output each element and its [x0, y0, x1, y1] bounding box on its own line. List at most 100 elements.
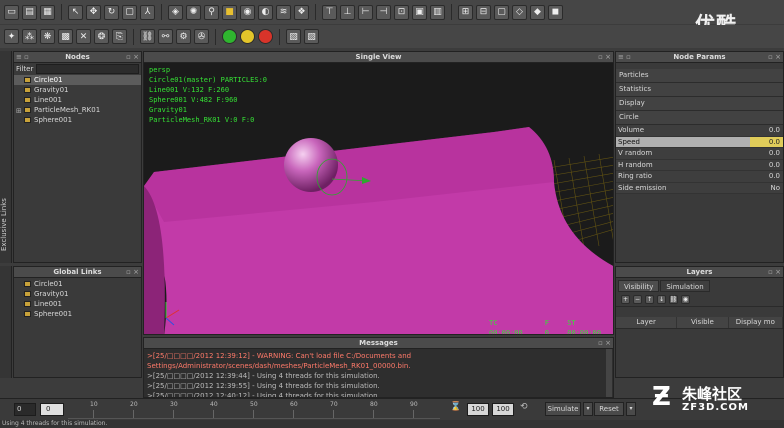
vortex-icon[interactable]: ❂: [94, 29, 109, 44]
param-row[interactable]: V random 0.0: [616, 148, 783, 160]
dyverso-icon[interactable]: ⁂: [22, 29, 37, 44]
node-item-label: Gravity01: [34, 86, 69, 94]
param-section[interactable]: Display: [616, 97, 783, 111]
layer-eye-icon[interactable]: ◉: [681, 294, 690, 304]
grid-domain-icon[interactable]: ▩: [58, 29, 73, 44]
messages-scrollbar[interactable]: [606, 349, 612, 397]
view-front-icon[interactable]: ⊥: [340, 4, 355, 20]
select-tool-icon[interactable]: ↖: [68, 4, 83, 20]
scale-tool-icon[interactable]: ▢: [122, 4, 137, 20]
render-view-icon[interactable]: ▣: [412, 4, 427, 20]
hybrido-icon[interactable]: ❋: [40, 29, 55, 44]
layer-up-icon[interactable]: ↑: [645, 294, 654, 304]
timeline-ruler[interactable]: 10 20 30 40 50 60 70 80 90: [68, 401, 440, 419]
shaded-icon[interactable]: ◆: [530, 4, 545, 20]
timeline-loop-icon[interactable]: ⟲: [520, 402, 532, 416]
settings-icon[interactable]: ⚙: [176, 29, 191, 44]
node-item[interactable]: Gravity01: [14, 85, 141, 95]
timeline-current-field[interactable]: 0: [40, 403, 64, 416]
view-persp-icon[interactable]: ⊣: [376, 4, 391, 20]
timeline-marker-icon[interactable]: ⌛: [450, 402, 461, 416]
layer-add-icon[interactable]: +: [621, 294, 630, 304]
overlay-line: Line001 V:132 F:260: [149, 86, 230, 94]
layers-column-header[interactable]: Display mo: [729, 317, 783, 328]
textured-icon[interactable]: ◼: [548, 4, 563, 20]
node-item[interactable]: Line001: [14, 95, 141, 105]
simulate-green-icon[interactable]: [222, 29, 237, 44]
param-row[interactable]: Volume 0.0: [616, 125, 783, 137]
layers-column-header[interactable]: Visible: [677, 317, 729, 328]
layer-remove-icon[interactable]: −: [633, 294, 642, 304]
node-item[interactable]: Sphere001: [14, 115, 141, 125]
bbox-icon[interactable]: ▢: [494, 4, 509, 20]
export-icon[interactable]: ⎘: [112, 29, 127, 44]
reset-dropdown-icon[interactable]: ▾: [626, 402, 636, 416]
view-top-icon[interactable]: ⊤: [322, 4, 337, 20]
timeline-start-field[interactable]: 0: [14, 403, 36, 416]
open-scene-icon[interactable]: ▤: [22, 4, 37, 20]
node-item-label: Circle01: [34, 76, 63, 84]
global-link-item[interactable]: Line001: [14, 299, 141, 309]
view-side-icon[interactable]: ⊢: [358, 4, 373, 20]
unlink-icon[interactable]: ⚯: [158, 29, 173, 44]
cache-load-icon[interactable]: ▨: [304, 29, 319, 44]
param-row[interactable]: H random 0.0: [616, 159, 783, 171]
layer-down-icon[interactable]: ↓: [657, 294, 666, 304]
param-row[interactable]: Side emission No: [616, 182, 783, 194]
particle-fluid-icon[interactable]: ✦: [4, 29, 19, 44]
param-value[interactable]: 0.0: [750, 171, 783, 182]
snap-icon[interactable]: ⊟: [476, 4, 491, 20]
layers-tab[interactable]: Visibility: [618, 280, 660, 292]
save-scene-icon[interactable]: ▦: [40, 4, 55, 20]
param-section[interactable]: Statistics: [616, 83, 783, 97]
new-scene-icon[interactable]: ▭: [4, 4, 19, 20]
link-icon[interactable]: ⛓: [140, 29, 155, 44]
cube-icon[interactable]: ■: [222, 4, 237, 20]
wire-icon[interactable]: ◇: [512, 4, 527, 20]
stop-red-icon[interactable]: [258, 29, 273, 44]
param-row[interactable]: Speed 0.0: [616, 136, 783, 148]
geometry-icon[interactable]: ◈: [168, 4, 183, 20]
param-section[interactable]: Particles: [616, 69, 783, 83]
reset-button[interactable]: Reset: [594, 402, 624, 416]
node-item[interactable]: ⊞ ParticleMesh_RK01: [14, 105, 141, 115]
param-value[interactable]: No: [750, 183, 783, 194]
pause-yellow-icon[interactable]: [240, 29, 255, 44]
preferences-icon[interactable]: ✇: [194, 29, 209, 44]
layers-tab[interactable]: Simulation: [660, 280, 710, 292]
emitter-icon[interactable]: ✺: [186, 4, 201, 20]
axis-tool-icon[interactable]: ⅄: [140, 4, 155, 20]
layers-icon[interactable]: ≋: [276, 4, 291, 20]
simulate-button[interactable]: Simulate: [545, 402, 581, 416]
layer-link-icon[interactable]: ⛓: [669, 294, 678, 304]
constraints-icon[interactable]: ❖: [294, 4, 309, 20]
global-link-item[interactable]: Sphere001: [14, 309, 141, 319]
filter-input[interactable]: [36, 64, 139, 74]
param-value[interactable]: 0.0: [750, 136, 783, 147]
message-line: >[25/□□□□/2012 12:39:44] - Using 4 threa…: [147, 372, 380, 380]
param-section[interactable]: Circle: [616, 111, 783, 125]
param-value[interactable]: 0.0: [750, 160, 783, 171]
global-link-item[interactable]: Circle01: [14, 279, 141, 289]
timeline-end-field-b[interactable]: 100: [492, 403, 514, 416]
global-link-item[interactable]: Gravity01: [14, 289, 141, 299]
timeline-end-field-a[interactable]: 100: [467, 403, 489, 416]
camera-view-icon[interactable]: ▥: [430, 4, 445, 20]
simulate-dropdown-icon[interactable]: ▾: [583, 402, 593, 416]
timeline-tick-mark: [413, 410, 414, 418]
exclusive-links-tab[interactable]: Exclusive Links: [0, 51, 12, 263]
kill-icon[interactable]: ✕: [76, 29, 91, 44]
param-row[interactable]: Ring ratio 0.0: [616, 171, 783, 183]
view-user-icon[interactable]: ⊡: [394, 4, 409, 20]
daemon-icon[interactable]: ⚲: [204, 4, 219, 20]
param-value[interactable]: 0.0: [750, 148, 783, 159]
grid-icon[interactable]: ⊞: [458, 4, 473, 20]
layers-column-header[interactable]: Layer: [616, 317, 678, 328]
param-value[interactable]: 0.0: [750, 125, 783, 136]
camera-icon[interactable]: ◉: [240, 4, 255, 20]
cache-save-icon[interactable]: ▧: [286, 29, 301, 44]
mesh-icon[interactable]: ◐: [258, 4, 273, 20]
node-item[interactable]: Circle01: [14, 75, 141, 85]
move-tool-icon[interactable]: ✥: [86, 4, 101, 20]
rotate-tool-icon[interactable]: ↻: [104, 4, 119, 20]
